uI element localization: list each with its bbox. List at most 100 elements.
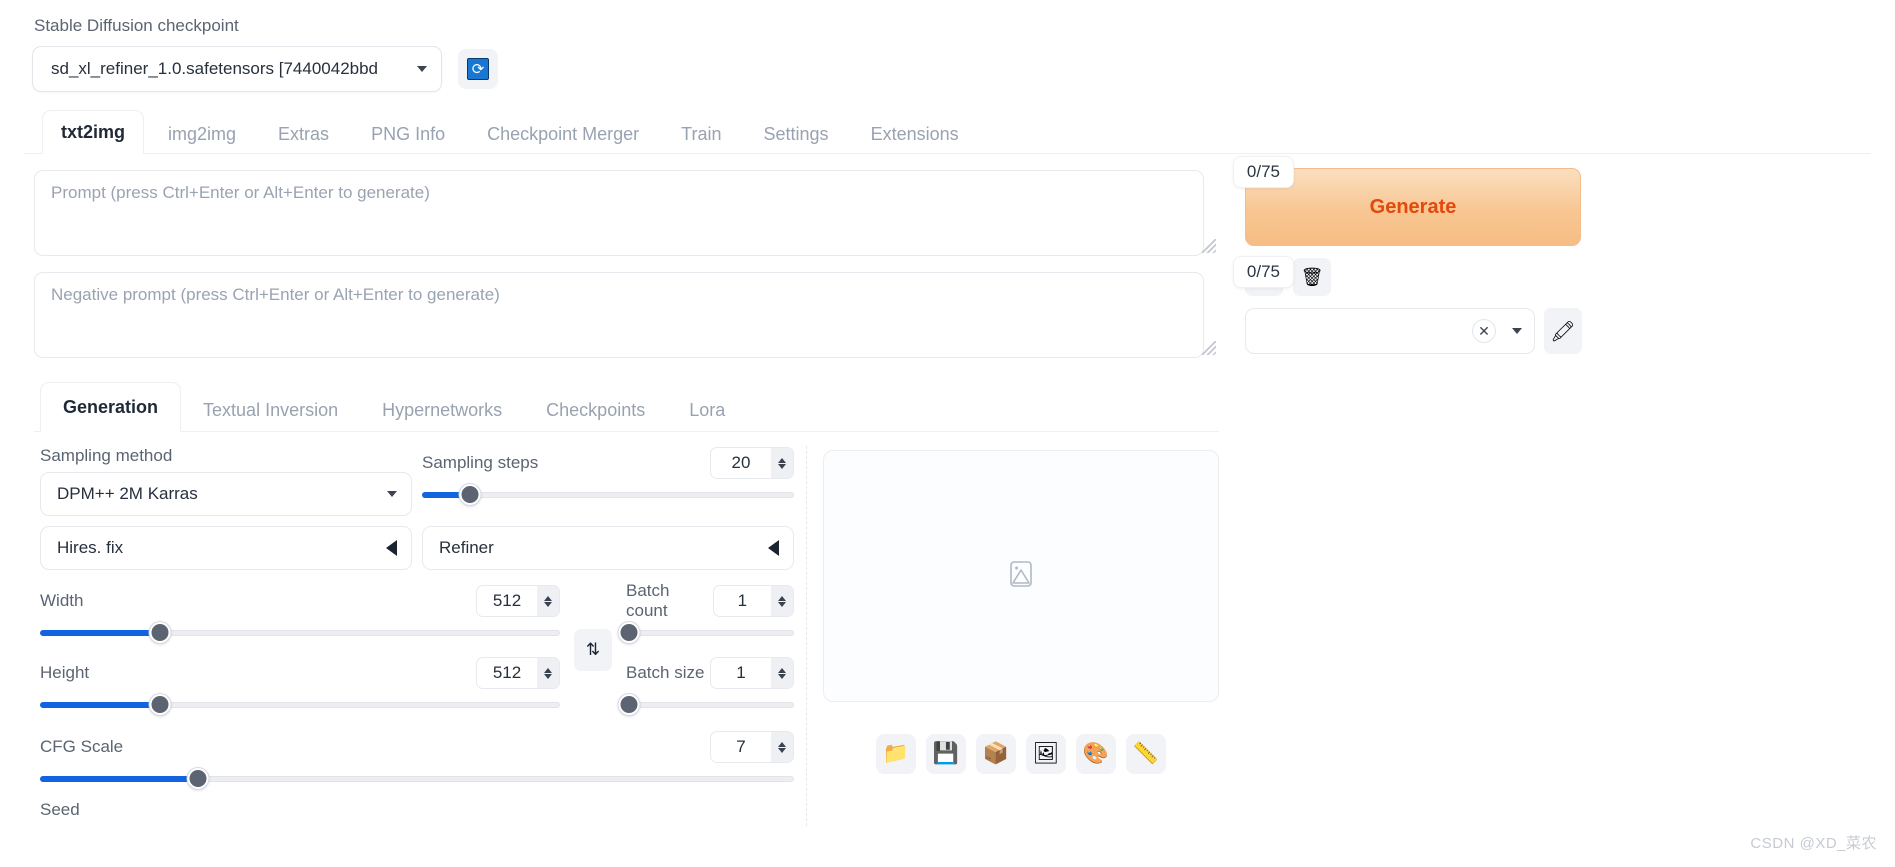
width-height-group: Width 512 Height 512 xyxy=(40,584,560,716)
checkpoint-value: sd_xl_refiner_1.0.safetensors [7440042bb… xyxy=(51,59,379,78)
chevron-up-icon xyxy=(544,667,552,673)
send-to-img2img-button[interactable]: 🖼 xyxy=(1026,734,1066,774)
zip-button[interactable]: 📦 xyxy=(976,734,1016,774)
height-slider[interactable] xyxy=(40,694,560,716)
close-icon[interactable]: ✕ xyxy=(1472,319,1496,343)
floppy-disk-icon: 💾 xyxy=(932,742,960,765)
batch-size-spinner[interactable] xyxy=(771,658,793,688)
tab-extras[interactable]: Extras xyxy=(260,116,347,153)
sampling-steps-label: Sampling steps xyxy=(422,453,539,472)
slider-thumb[interactable] xyxy=(149,622,171,643)
tab-textual-inversion[interactable]: Textual Inversion xyxy=(181,389,360,431)
width-value: 512 xyxy=(492,591,522,610)
negative-prompt-wrapper: 0/75 Negative prompt (press Ctrl+Enter o… xyxy=(34,256,1294,358)
refresh-checkpoints-button[interactable]: ⟳ xyxy=(458,49,498,89)
refiner-accordion[interactable]: Refiner xyxy=(422,526,794,570)
prompt-resize-handle[interactable] xyxy=(1202,239,1216,253)
slider-thumb[interactable] xyxy=(149,694,171,715)
checkpoint-controls: sd_xl_refiner_1.0.safetensors [7440042bb… xyxy=(24,46,1871,92)
sampling-steps-group: Sampling steps 20 xyxy=(422,446,794,516)
generate-button[interactable]: Generate xyxy=(1245,168,1581,246)
sampling-method-select[interactable]: DPM++ 2M Karras xyxy=(40,472,412,516)
height-spinner[interactable] xyxy=(537,658,559,688)
swap-dimensions-button[interactable]: ⇅ xyxy=(574,629,612,671)
sampling-method-group: Sampling method DPM++ 2M Karras xyxy=(40,446,412,516)
tab-img2img[interactable]: img2img xyxy=(150,116,254,153)
batch-size-value: 1 xyxy=(736,663,746,682)
chevron-up-icon xyxy=(778,741,786,747)
cfg-scale-slider[interactable] xyxy=(40,768,794,790)
slider-thumb[interactable] xyxy=(187,768,209,789)
palette-icon: 🎨 xyxy=(1082,742,1110,765)
sampling-steps-spinner[interactable] xyxy=(771,448,793,478)
tab-lora[interactable]: Lora xyxy=(667,389,747,431)
tab-extensions[interactable]: Extensions xyxy=(853,116,977,153)
sampling-steps-stepper[interactable]: 20 xyxy=(710,447,794,479)
batch-size-stepper[interactable]: 1 xyxy=(710,657,794,689)
open-folder-button[interactable]: 📁 xyxy=(876,734,916,774)
slider-thumb[interactable] xyxy=(459,484,481,505)
slider-thumb[interactable] xyxy=(618,694,640,715)
dimensions-block: Width 512 Height 512 ⇅ Batch count 1 Bat… xyxy=(40,581,794,716)
styles-select[interactable]: ✕ xyxy=(1245,308,1535,354)
chevron-down-icon xyxy=(778,673,786,679)
cfg-scale-spinner[interactable] xyxy=(771,732,793,762)
width-stepper[interactable]: 512 xyxy=(476,585,560,617)
seed-group: Seed xyxy=(40,800,794,820)
seed-label: Seed xyxy=(40,800,80,819)
batch-size-label: Batch size xyxy=(626,663,705,682)
cfg-scale-label: CFG Scale xyxy=(40,737,124,756)
archive-box-icon: 📦 xyxy=(982,742,1010,765)
tab-hypernetworks[interactable]: Hypernetworks xyxy=(360,389,524,431)
chevron-down-icon xyxy=(544,673,552,679)
tab-checkpoints[interactable]: Checkpoints xyxy=(524,389,667,431)
cfg-scale-group: CFG Scale 7 xyxy=(40,730,794,790)
batch-count-spinner[interactable] xyxy=(771,586,793,616)
checkpoint-row: Stable Diffusion checkpoint sd_xl_refine… xyxy=(24,0,1871,92)
tab-train[interactable]: Train xyxy=(663,116,739,153)
chevron-up-icon xyxy=(778,595,786,601)
edit-styles-button[interactable]: 🖍 xyxy=(1544,308,1582,354)
prompt-input[interactable]: Prompt (press Ctrl+Enter or Alt+Enter to… xyxy=(34,170,1204,256)
refresh-icon: ⟳ xyxy=(467,58,489,80)
negative-prompt-input[interactable]: Negative prompt (press Ctrl+Enter or Alt… xyxy=(34,272,1204,358)
slider-thumb[interactable] xyxy=(618,622,640,643)
sampling-steps-slider[interactable] xyxy=(422,484,794,506)
height-stepper[interactable]: 512 xyxy=(476,657,560,689)
save-button[interactable]: 💾 xyxy=(926,734,966,774)
cfg-scale-stepper[interactable]: 7 xyxy=(710,731,794,763)
prompt-token-counter: 0/75 xyxy=(1232,156,1294,188)
batch-size-header: Batch size 1 xyxy=(626,656,794,690)
height-header: Height 512 xyxy=(40,656,560,690)
slider-track xyxy=(626,702,794,708)
hires-fix-label: Hires. fix xyxy=(57,538,124,557)
output-gallery[interactable] xyxy=(823,450,1219,702)
batch-count-stepper[interactable]: 1 xyxy=(712,585,794,617)
tab-txt2img[interactable]: txt2img xyxy=(42,110,145,154)
chevron-up-icon xyxy=(778,667,786,673)
chevron-up-icon xyxy=(544,595,552,601)
tab-png-info[interactable]: PNG Info xyxy=(353,116,463,153)
width-slider[interactable] xyxy=(40,622,560,644)
folder-icon: 📁 xyxy=(882,742,910,765)
watermark: CSDN @XD_菜农 xyxy=(1750,835,1877,852)
batch-count-slider[interactable] xyxy=(618,622,794,644)
negative-prompt-resize-handle[interactable] xyxy=(1202,341,1216,355)
batch-size-slider[interactable] xyxy=(618,694,794,716)
clear-prompt-button[interactable]: 🗑 xyxy=(1293,258,1331,296)
generation-settings: Sampling method DPM++ 2M Karras Sampling… xyxy=(34,432,1219,826)
tab-checkpoint-merger[interactable]: Checkpoint Merger xyxy=(469,116,657,153)
chevron-left-icon xyxy=(768,540,779,556)
width-spinner[interactable] xyxy=(537,586,559,616)
sampling-method-label: Sampling method xyxy=(40,446,173,465)
send-to-extras-button[interactable]: 📏 xyxy=(1126,734,1166,774)
chevron-up-icon xyxy=(778,457,786,463)
checkpoint-select[interactable]: sd_xl_refiner_1.0.safetensors [7440042bb… xyxy=(32,46,442,92)
tab-settings[interactable]: Settings xyxy=(746,116,847,153)
tab-generation[interactable]: Generation xyxy=(40,382,182,432)
sampler-row: Sampling method DPM++ 2M Karras Sampling… xyxy=(40,446,794,516)
send-to-inpaint-button[interactable]: 🎨 xyxy=(1076,734,1116,774)
chevron-down-icon xyxy=(778,747,786,753)
hires-fix-accordion[interactable]: Hires. fix xyxy=(40,526,412,570)
webui-root: Stable Diffusion checkpoint sd_xl_refine… xyxy=(0,0,1895,867)
